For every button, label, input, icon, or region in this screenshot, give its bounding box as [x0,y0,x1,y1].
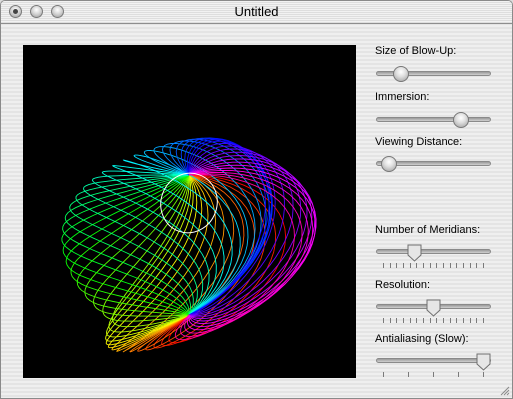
slider-tick [436,318,438,323]
slider-tick [383,263,384,268]
slider-tick [433,372,434,377]
slider-tick [429,263,431,268]
slider-tick [409,263,411,268]
slider-tick [396,318,398,323]
slider-tick [456,263,458,268]
slider-tick [469,318,471,323]
meridian-line [108,174,190,333]
number-of-meridians-label: Number of Meridians: [375,224,481,236]
slider-tick [456,318,458,323]
slider-tick [443,263,444,268]
title-bar[interactable]: Untitled [1,1,512,24]
viewing-distance-thumb[interactable] [380,156,397,172]
size-of-blowup-label: Size of Blow-Up: [375,45,457,57]
slider-tick [423,263,424,268]
slider-tick [443,318,444,323]
slider-tick [429,318,431,323]
slider-tick [416,263,418,268]
slider-tick [469,263,471,268]
slider-tick [449,263,451,268]
app-window: Untitled Size of Blow-Up: Immersion: Vie… [0,0,513,399]
number-of-meridians-thumb[interactable] [407,244,422,262]
resolution-ticks [376,318,491,323]
slider-tick [408,372,409,377]
resolution-label: Resolution: [375,279,431,291]
slider-tick [483,263,484,268]
slider-tick [483,372,484,377]
antialiasing-thumb[interactable] [476,353,491,371]
resize-grip-icon[interactable] [498,384,510,396]
viewing-distance-label: Viewing Distance: [375,136,463,148]
slider-tick [383,318,384,323]
window-title: Untitled [234,4,279,19]
slider-tick [403,318,404,323]
slider-tick [436,263,438,268]
number-of-meridians-slider[interactable] [376,249,491,254]
slider-tick [463,318,464,323]
slider-tick [409,318,411,323]
surface-visualization[interactable] [23,45,356,378]
antialiasing-label: Antialiasing (Slow): [375,333,469,345]
slider-tick [389,318,391,323]
resolution-thumb[interactable] [426,299,441,317]
slider-tick [396,263,398,268]
antialiasing-ticks [376,372,491,377]
antialiasing-slider[interactable] [376,358,491,363]
immersion-thumb[interactable] [453,112,470,128]
slider-tick [449,318,451,323]
slider-tick [458,372,459,377]
size-of-blowup-thumb[interactable] [392,66,409,82]
slider-tick [423,318,424,323]
slider-tick [416,318,418,323]
immersion-slider[interactable] [376,117,491,122]
slider-tick [389,263,391,268]
meridian-line [76,174,190,316]
number-of-meridians-ticks [376,263,491,268]
immersion-label: Immersion: [375,91,430,103]
slider-tick [383,372,384,377]
slider-tick [403,263,404,268]
slider-tick [476,263,478,268]
slider-tick [476,318,478,323]
slider-tick [483,318,484,323]
slider-tick [463,263,464,268]
